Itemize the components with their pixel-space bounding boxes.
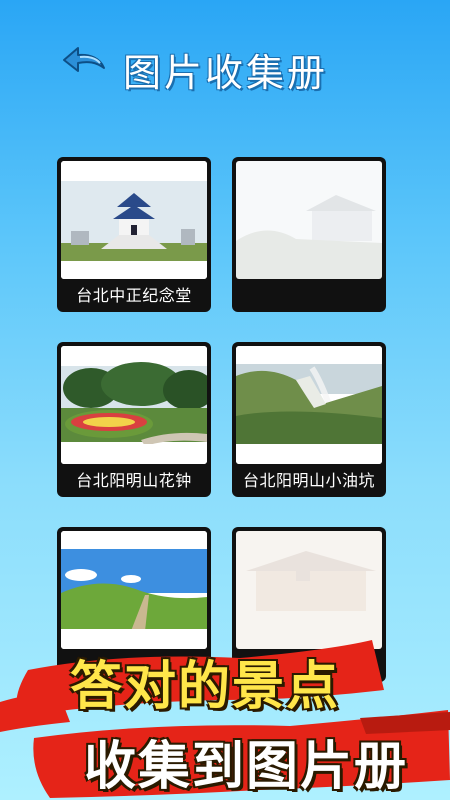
card-photo (61, 161, 207, 279)
card-photo (236, 161, 382, 279)
card-caption: 台北阳明山小油坑 (242, 471, 375, 490)
card-caption: 台北阳明山花钟 (76, 471, 192, 490)
card-flower-clock[interactable]: 台北阳明山花钟 (57, 342, 211, 497)
banner-line-2: 收集到图片册 (84, 737, 409, 797)
header: 图片收集册 (0, 30, 450, 110)
card-caption: 台北中正纪念堂 (76, 286, 192, 305)
card-photo (236, 346, 382, 464)
back-button[interactable] (60, 44, 108, 78)
page-title: 图片收集册 (123, 51, 329, 95)
back-arrow-icon (63, 47, 105, 72)
banner-line-1: 答对的景点 (70, 657, 341, 717)
card-photo (61, 346, 207, 464)
card-memorial-hall[interactable]: 台北中正纪念堂 (57, 157, 211, 312)
promo-banner: 答对的景点 收集到图片册 (0, 630, 450, 800)
card-locked[interactable] (232, 157, 386, 312)
card-xiaoyoukeng[interactable]: 台北阳明山小油坑 (232, 342, 386, 497)
